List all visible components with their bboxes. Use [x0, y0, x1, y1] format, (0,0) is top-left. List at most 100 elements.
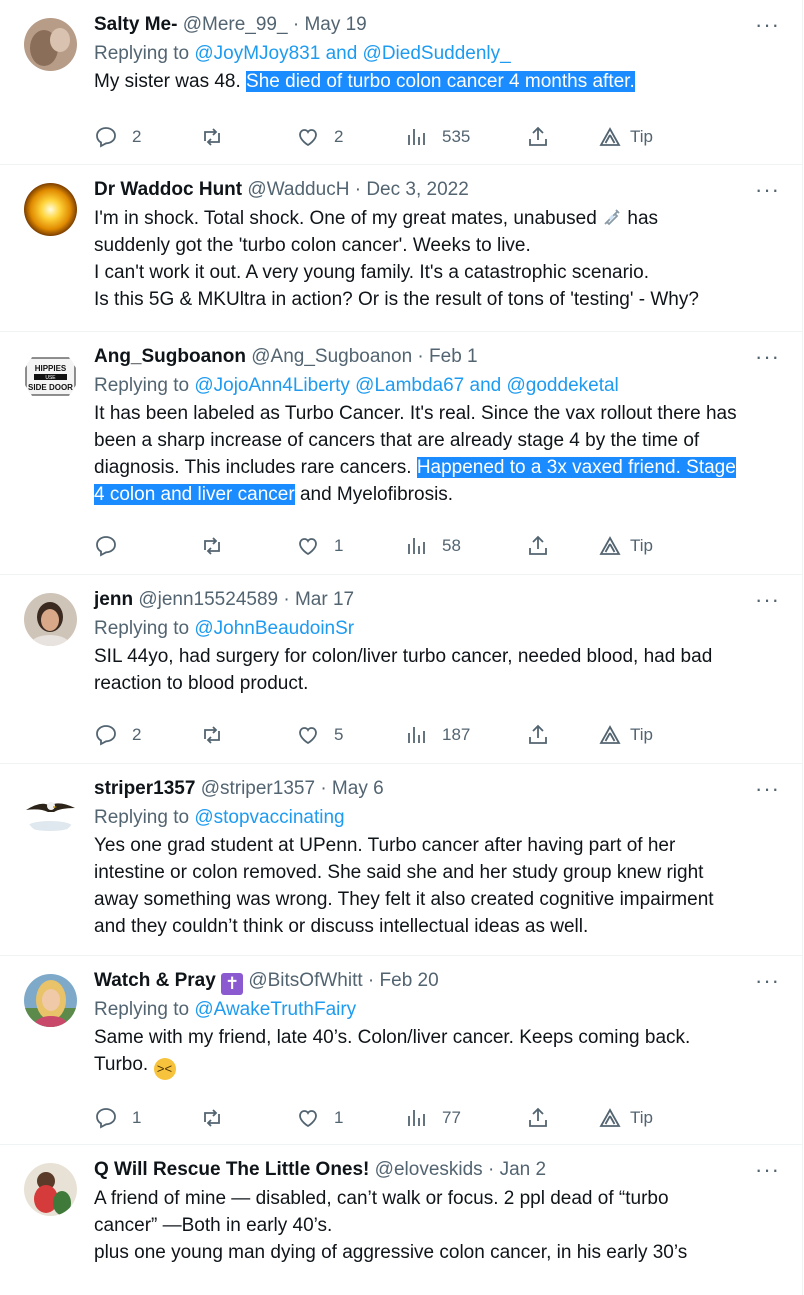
separator: ·	[487, 1159, 495, 1180]
reply-button[interactable]: 1	[94, 1106, 141, 1130]
replying-to: Replying to @JoyMJoy831 and @DiedSuddenl…	[94, 40, 746, 68]
user-handle[interactable]: @WadducH	[247, 179, 349, 200]
views-icon	[408, 727, 425, 743]
share-button[interactable]	[526, 1106, 550, 1130]
replying-to: Replying to @JojoAnn4Liberty @Lambda67 a…	[94, 372, 746, 400]
tweet-line: cancer” —Both in early 40’s.	[94, 1215, 333, 1236]
weary-face-emoji-icon: ><	[153, 1058, 176, 1080]
display-name[interactable]: Dr Waddoc Hunt	[94, 179, 242, 200]
like-button[interactable]: 2	[296, 125, 343, 149]
avatar[interactable]	[24, 1163, 77, 1216]
tweet-text: I'm in shock. Total shock. One of my gre…	[94, 205, 746, 313]
tip-button[interactable]: Tip	[598, 723, 653, 747]
view-count: 58	[442, 536, 461, 555]
more-options-icon[interactable]: ···	[755, 1159, 780, 1181]
tweet-date[interactable]: May 6	[332, 778, 384, 799]
replying-to-label: Replying to	[94, 618, 195, 639]
tip-button[interactable]: Tip	[598, 534, 653, 558]
share-button[interactable]	[526, 723, 550, 747]
retweet-button[interactable]	[200, 534, 224, 558]
more-options-icon[interactable]: ···	[755, 970, 780, 992]
display-name[interactable]: Q Will Rescue The Little Ones!	[94, 1159, 369, 1180]
tweet-header: striper1357 @striper1357 · May 6	[94, 774, 746, 804]
retweet-button[interactable]	[200, 125, 224, 149]
share-icon	[529, 535, 547, 555]
reply-button[interactable]	[94, 534, 118, 558]
heart-icon	[299, 129, 317, 147]
tweet-date[interactable]: Mar 17	[295, 589, 354, 610]
tweet-date[interactable]: May 19	[304, 14, 366, 35]
tweet-line: A friend of mine — disabled, can’t walk …	[94, 1188, 669, 1209]
reply-mentions-link[interactable]: @stopvaccinating	[194, 807, 344, 828]
reply-mentions-link[interactable]: @JohnBeaudoinSr	[194, 618, 354, 639]
views-button[interactable]: 58	[404, 534, 461, 558]
more-options-icon[interactable]: ···	[755, 589, 780, 611]
avatar[interactable]	[24, 974, 77, 1027]
tip-label: Tip	[630, 725, 653, 744]
user-handle[interactable]: @eloveskids	[375, 1159, 483, 1180]
tweet[interactable]: ··· jenn @jenn15524589 · Mar 17 Replying…	[0, 575, 802, 764]
avatar[interactable]	[24, 782, 77, 835]
reply-mentions-link[interactable]: @JojoAnn4Liberty @Lambda67 and @goddeket…	[194, 375, 618, 396]
tweet[interactable]: ··· striper1357 @striper1357 · May 6 Rep…	[0, 764, 802, 956]
reply-button[interactable]: 2	[94, 723, 141, 747]
like-button[interactable]: 1	[296, 1106, 343, 1130]
replying-to: Replying to @AwakeTruthFairy	[94, 996, 746, 1024]
avatar[interactable]	[24, 183, 77, 236]
tweet[interactable]: HIPPIES USE SIDE DOOR ··· Ang_Sugboanon @A…	[0, 332, 802, 575]
tweet-date[interactable]: Jan 2	[500, 1159, 546, 1180]
avatar[interactable]	[24, 18, 77, 71]
like-count: 5	[334, 725, 344, 744]
tweet-header: jenn @jenn15524589 · Mar 17	[94, 585, 746, 615]
share-icon	[529, 1107, 547, 1127]
views-button[interactable]: 77	[404, 1106, 461, 1130]
tweet-date[interactable]: Feb 20	[380, 970, 439, 991]
tweet-text: A friend of mine — disabled, can’t walk …	[94, 1185, 746, 1266]
tip-button[interactable]: Tip	[598, 125, 653, 149]
like-button[interactable]: 1	[296, 534, 343, 558]
tweet-header: Ang_Sugboanon @Ang_Sugboanon · Feb 1	[94, 342, 746, 372]
user-handle[interactable]: @striper1357	[201, 778, 315, 799]
tweet-actions: 1 58 Tip	[94, 520, 746, 578]
more-options-icon[interactable]: ···	[755, 179, 780, 201]
share-button[interactable]	[526, 534, 550, 558]
user-handle[interactable]: @jenn15524589	[138, 589, 278, 610]
tweet-date[interactable]: Feb 1	[429, 346, 478, 367]
tip-button[interactable]: Tip	[598, 1106, 653, 1130]
display-name[interactable]: Ang_Sugboanon	[94, 346, 246, 367]
views-button[interactable]: 187	[404, 723, 470, 747]
avatar[interactable]: HIPPIES USE SIDE DOOR	[24, 350, 77, 403]
tweet[interactable]: ··· Watch & Pray ✝ @BitsOfWhitt · Feb 20…	[0, 956, 802, 1145]
tweet-header: Q Will Rescue The Little Ones! @eloveski…	[94, 1155, 746, 1185]
tweet-date[interactable]: Dec 3, 2022	[366, 179, 468, 200]
reply-mentions-link[interactable]: @JoyMJoy831 and @DiedSuddenly_	[194, 43, 510, 64]
tweet-text-plain: My sister was 48.	[94, 71, 247, 92]
replying-to: Replying to @JohnBeaudoinSr	[94, 615, 746, 643]
tweet[interactable]: ··· Q Will Rescue The Little Ones! @elov…	[0, 1145, 802, 1295]
retweet-button[interactable]	[200, 723, 224, 747]
reply-button[interactable]: 2	[94, 125, 141, 149]
user-handle[interactable]: @Ang_Sugboanon	[251, 346, 412, 367]
more-options-icon[interactable]: ···	[755, 346, 780, 368]
retweet-icon	[204, 128, 220, 146]
retweet-icon	[204, 726, 220, 744]
tweet[interactable]: ··· Dr Waddoc Hunt @WadducH · Dec 3, 202…	[0, 165, 802, 332]
views-button[interactable]: 535	[404, 125, 470, 149]
like-button[interactable]: 5	[296, 723, 343, 747]
tweet-header: Dr Waddoc Hunt @WadducH · Dec 3, 2022	[94, 175, 746, 205]
display-name[interactable]: jenn	[94, 589, 133, 610]
like-count: 1	[334, 536, 344, 555]
user-handle[interactable]: @BitsOfWhitt	[248, 970, 362, 991]
avatar[interactable]	[24, 593, 77, 646]
more-options-icon[interactable]: ···	[755, 778, 780, 800]
tweet[interactable]: ··· Salty Me- @Mere_99_ · May 19 Replyin…	[0, 0, 802, 165]
display-name[interactable]: Salty Me-	[94, 14, 177, 35]
tweet-header: Salty Me- @Mere_99_ · May 19	[94, 10, 746, 40]
display-name[interactable]: Watch & Pray	[94, 970, 216, 991]
user-handle[interactable]: @Mere_99_	[183, 14, 288, 35]
display-name[interactable]: striper1357	[94, 778, 195, 799]
reply-mentions-link[interactable]: @AwakeTruthFairy	[194, 999, 356, 1020]
more-options-icon[interactable]: ···	[755, 14, 780, 36]
retweet-button[interactable]	[200, 1106, 224, 1130]
share-button[interactable]	[526, 125, 550, 149]
